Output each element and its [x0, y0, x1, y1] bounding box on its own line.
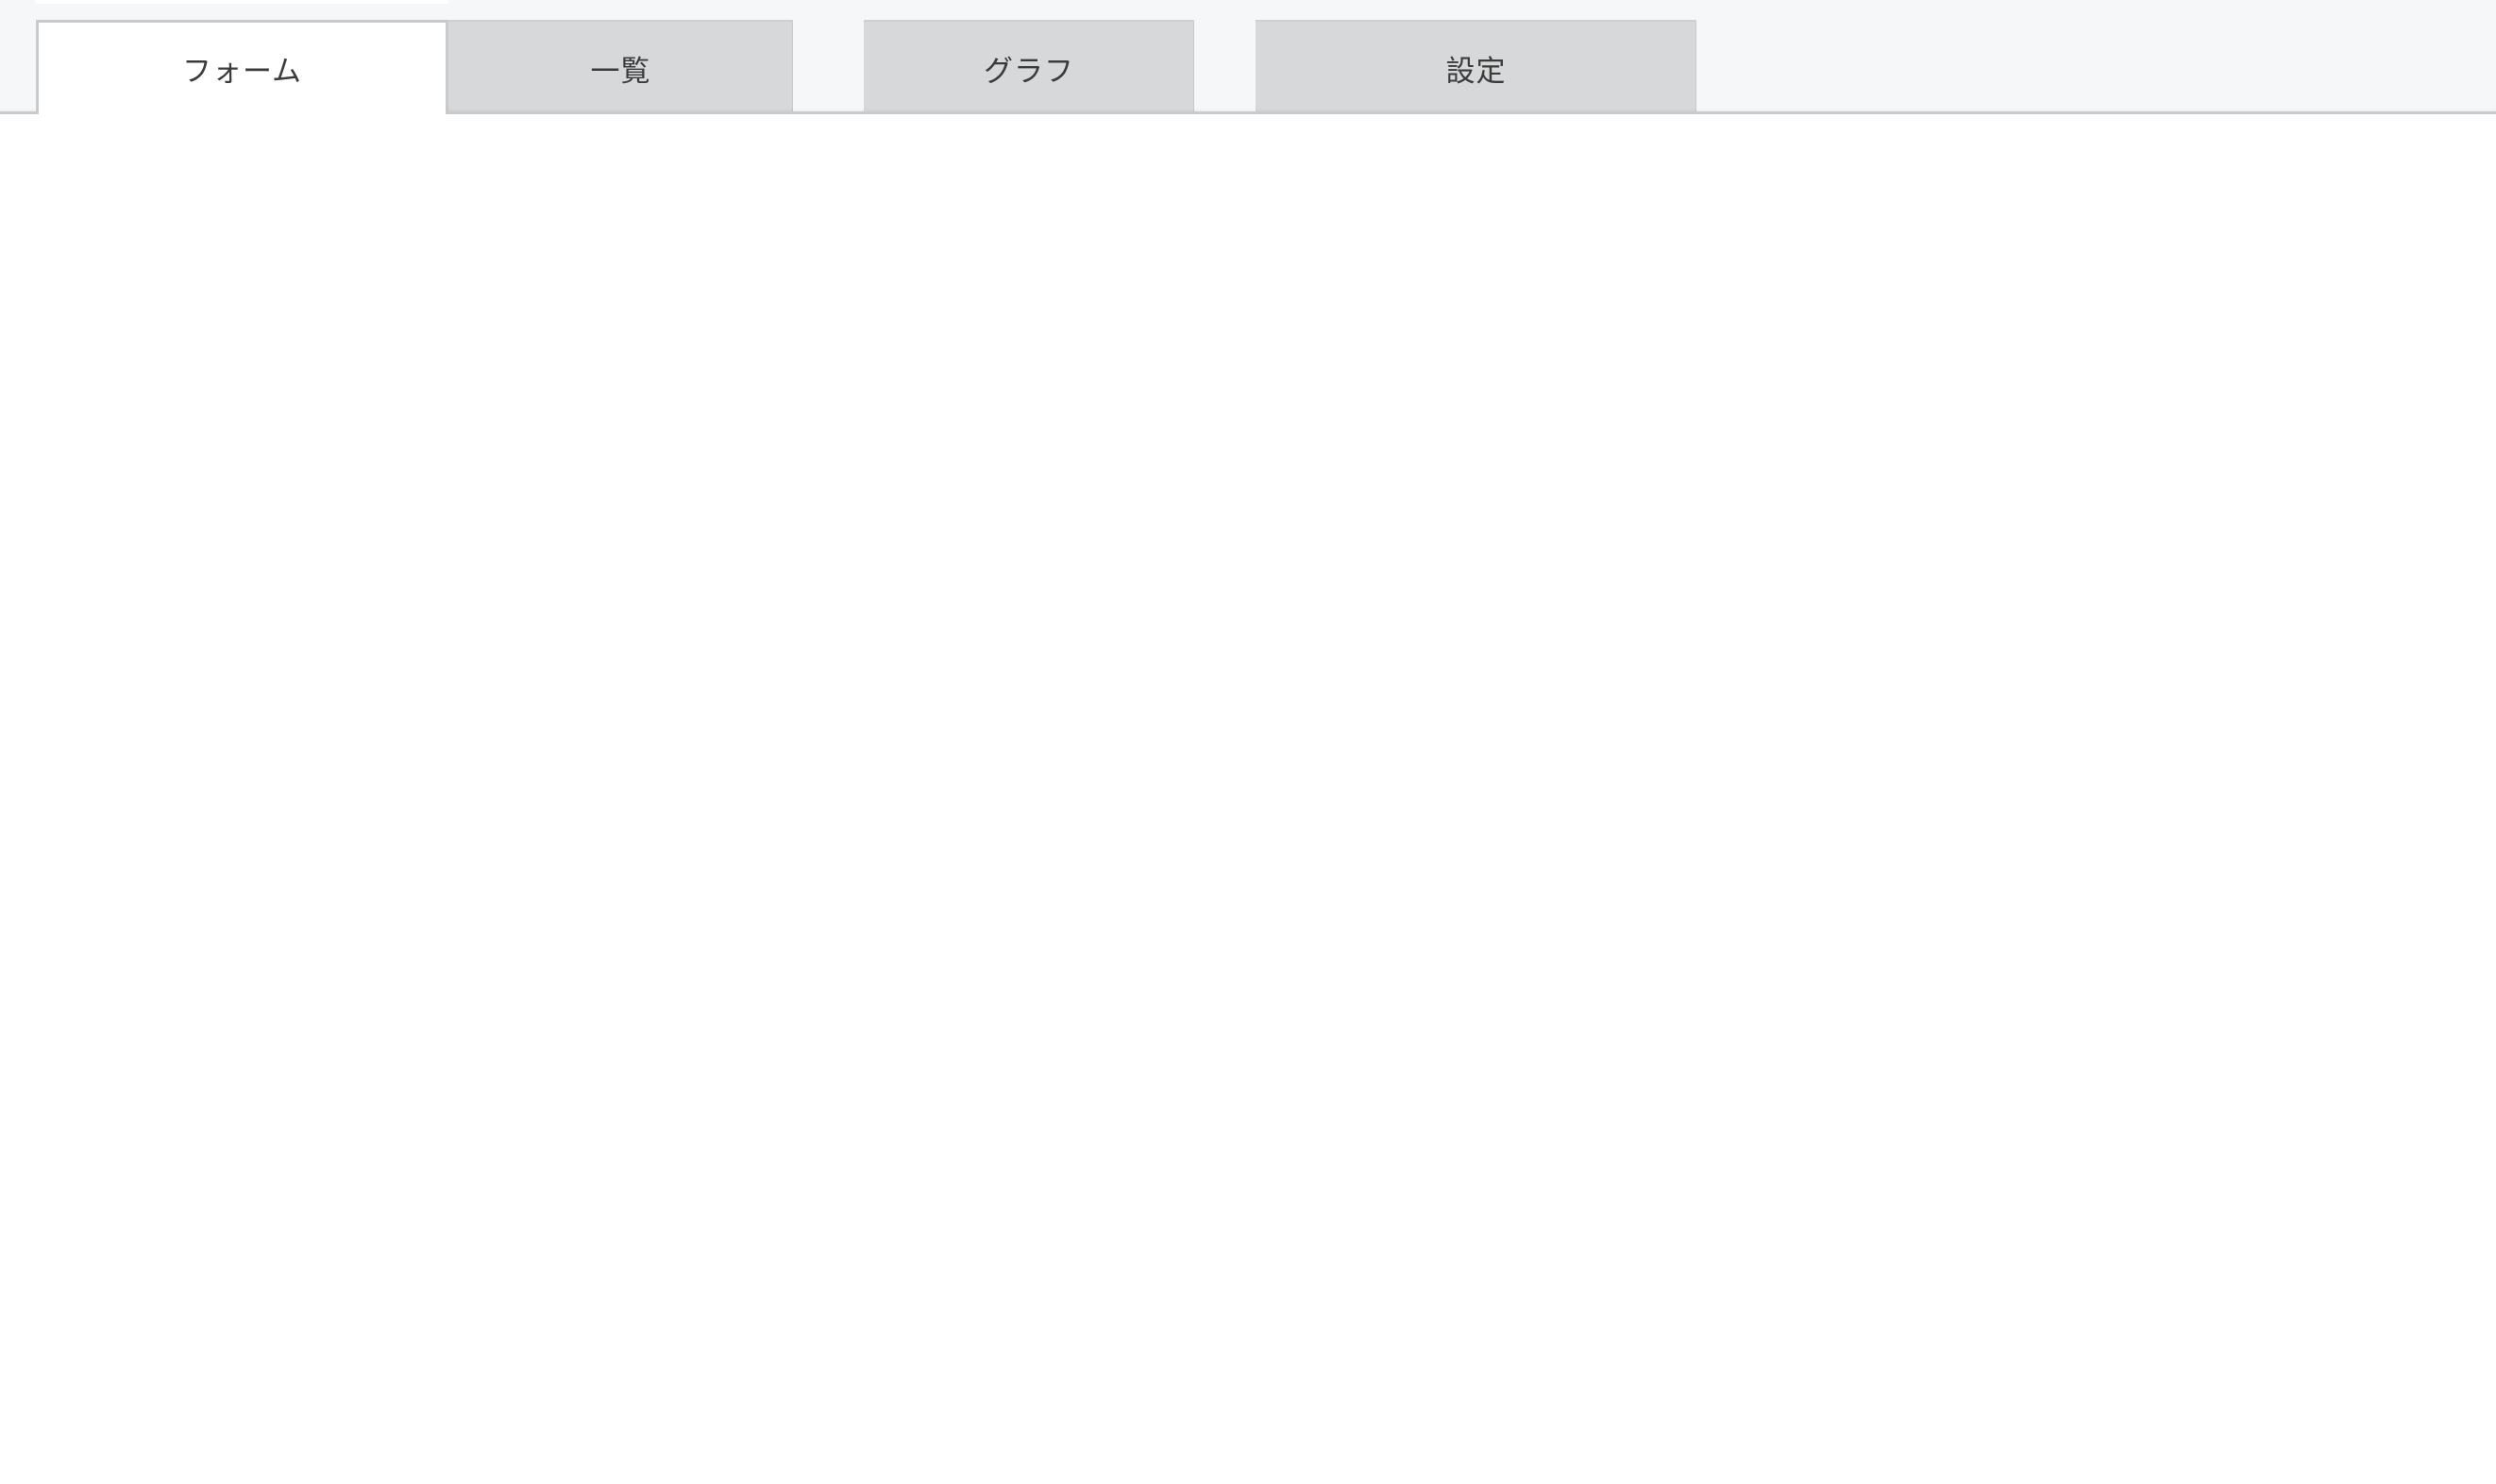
tab-label: 一覧 — [590, 54, 651, 88]
form-editor-sheet — [0, 111, 2496, 1484]
tab-label: グラフ — [984, 54, 1074, 88]
tab-label: 設定 — [1445, 54, 1507, 88]
active-tab-joint — [36, 0, 448, 4]
tab-label: フォーム — [181, 55, 303, 88]
tab-2[interactable]: 一覧 — [448, 20, 793, 114]
tab-bar: フォーム 一覧 グラフ 設定 — [0, 0, 2496, 114]
tab-3[interactable]: グラフ — [864, 20, 1194, 114]
tab-1[interactable]: フォーム — [36, 20, 448, 114]
tab-4[interactable]: 設定 — [1256, 20, 1696, 114]
